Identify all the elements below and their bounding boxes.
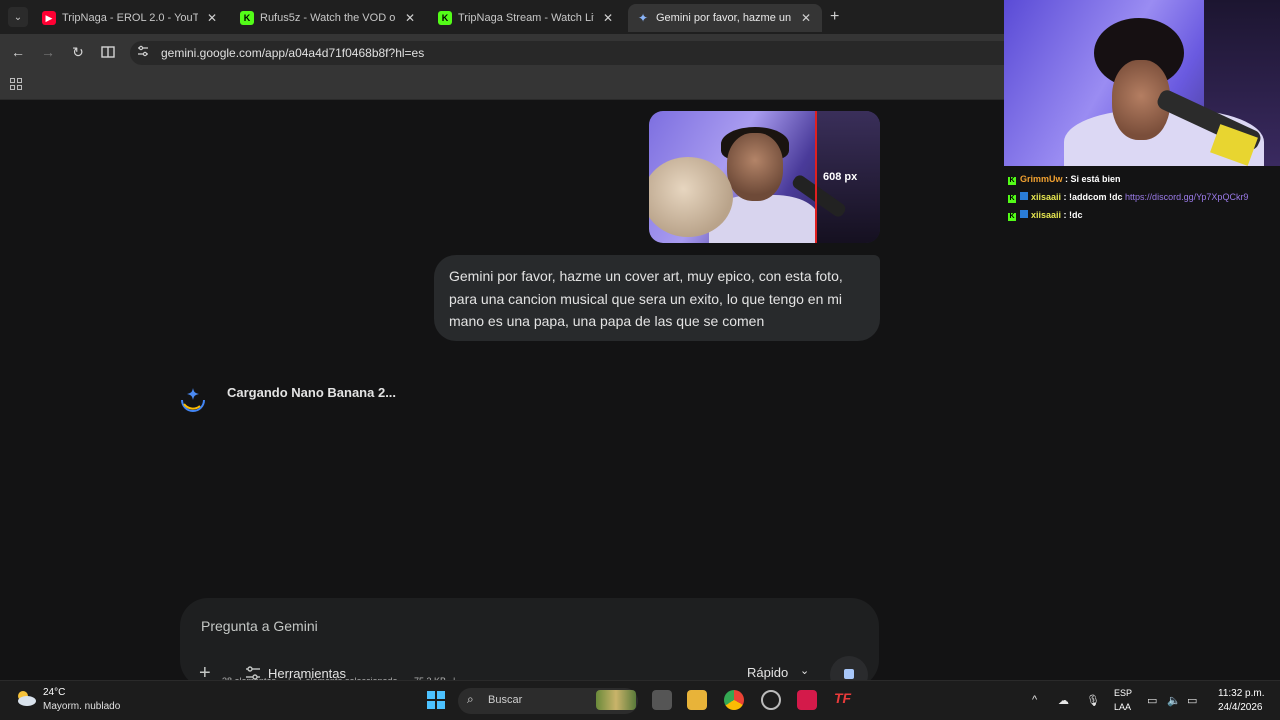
uploaded-photo[interactable]: 608 px — [649, 111, 880, 243]
chat-message: Kxiisaaii : !dc — [1008, 210, 1083, 221]
measure-label: 608 px — [823, 171, 858, 183]
file-explorer-icon[interactable] — [687, 690, 707, 710]
measure-line — [815, 111, 817, 243]
close-icon[interactable]: ✕ — [600, 11, 616, 25]
gemini-icon: ✦ — [637, 11, 649, 25]
tab-youtube[interactable]: ▶ TripNaga - EROL 2.0 - YouTube ✕ — [34, 4, 228, 32]
kick-badge-icon: K — [1008, 195, 1016, 203]
url-text[interactable]: gemini.google.com/app/a04a4d71f0468b8f?h… — [161, 46, 424, 60]
forward-icon[interactable]: → — [39, 43, 57, 61]
kick-badge-icon: K — [1008, 177, 1016, 185]
prompt-input[interactable]: Pregunta a Gemini — [201, 618, 318, 634]
close-icon[interactable]: ✕ — [204, 11, 220, 25]
microphone-icon[interactable]: 🎙 — [1086, 694, 1100, 707]
site-info-icon[interactable] — [136, 44, 150, 58]
close-icon[interactable]: ✕ — [798, 11, 814, 25]
task-view-icon[interactable] — [652, 690, 672, 710]
obs-icon[interactable] — [761, 690, 781, 710]
weather-condition[interactable]: Mayorm. nublado — [43, 701, 120, 712]
keyboard-layout[interactable]: LAA — [1114, 702, 1131, 712]
kick-icon: K — [240, 11, 254, 25]
network-icon[interactable]: ▭ — [1147, 694, 1157, 707]
apps-grid-icon[interactable] — [10, 78, 22, 90]
tab-gemini[interactable]: ✦ Gemini por favor, hazme un co ✕ — [628, 4, 822, 32]
chat-message: Kxiisaaii : !addcom !dc https://discord.… — [1008, 192, 1249, 203]
reload-icon[interactable]: ↻ — [69, 43, 87, 61]
cloud-icon[interactable]: ☁ — [1058, 694, 1069, 707]
search-highlight-icon[interactable] — [596, 690, 636, 710]
taskbar-search-label[interactable]: Buscar — [488, 694, 522, 706]
input-language[interactable]: ESP — [1114, 688, 1132, 698]
split-view-icon[interactable] — [99, 43, 117, 61]
chevron-up-icon[interactable]: ^ — [1032, 694, 1037, 706]
clock-date[interactable]: 24/4/2026 — [1218, 702, 1263, 713]
photo-subject-face — [727, 133, 783, 201]
windows-start-icon[interactable] — [427, 691, 445, 709]
close-icon[interactable]: ✕ — [402, 11, 418, 25]
cloudy-weather-icon[interactable] — [14, 688, 38, 708]
subscriber-badge-icon — [1020, 210, 1028, 218]
chrome-icon[interactable] — [724, 690, 744, 710]
chevron-down-icon[interactable]: ⌄ — [800, 664, 809, 677]
gemini-spark-icon — [181, 388, 205, 412]
chat-link[interactable]: https://discord.gg/Yp7XpQCkr9 — [1125, 192, 1248, 202]
tab-search-button[interactable]: ⌄ — [8, 7, 28, 27]
volume-icon[interactable]: 🔈 — [1167, 694, 1181, 707]
new-tab-button[interactable]: + — [830, 8, 839, 26]
subscriber-badge-icon — [1020, 192, 1028, 200]
bookmarks-bar — [0, 70, 1004, 100]
tab-kick-live[interactable]: K TripNaga Stream - Watch Live o ✕ — [430, 4, 624, 32]
kick-icon: K — [438, 11, 452, 25]
search-icon: ⌕ — [467, 692, 474, 706]
user-message-bubble: Gemini por favor, hazme un cover art, mu… — [434, 255, 880, 341]
weather-temperature[interactable]: 24°C — [43, 687, 65, 698]
chat-message: K GrimmUw : Si está bien — [1008, 174, 1121, 185]
youtube-icon: ▶ — [42, 11, 56, 25]
kick-badge-icon: K — [1008, 213, 1016, 221]
back-icon[interactable]: ← — [9, 43, 27, 61]
clock-time[interactable]: 11:32 p.m. — [1218, 688, 1265, 699]
tab-kick-vod[interactable]: K Rufus5z - Watch the VOD on Ki ✕ — [232, 4, 426, 32]
battery-icon[interactable]: ▭ — [1187, 694, 1197, 707]
tiktok-live-studio-icon[interactable]: TF — [834, 690, 854, 710]
tiktok-icon[interactable] — [797, 690, 817, 710]
webcam-overlay — [1004, 0, 1280, 166]
stream-chat: K GrimmUw : Si está bien Kxiisaaii : !add… — [1008, 170, 1280, 224]
loading-status: Cargando Nano Banana 2... — [227, 385, 397, 400]
